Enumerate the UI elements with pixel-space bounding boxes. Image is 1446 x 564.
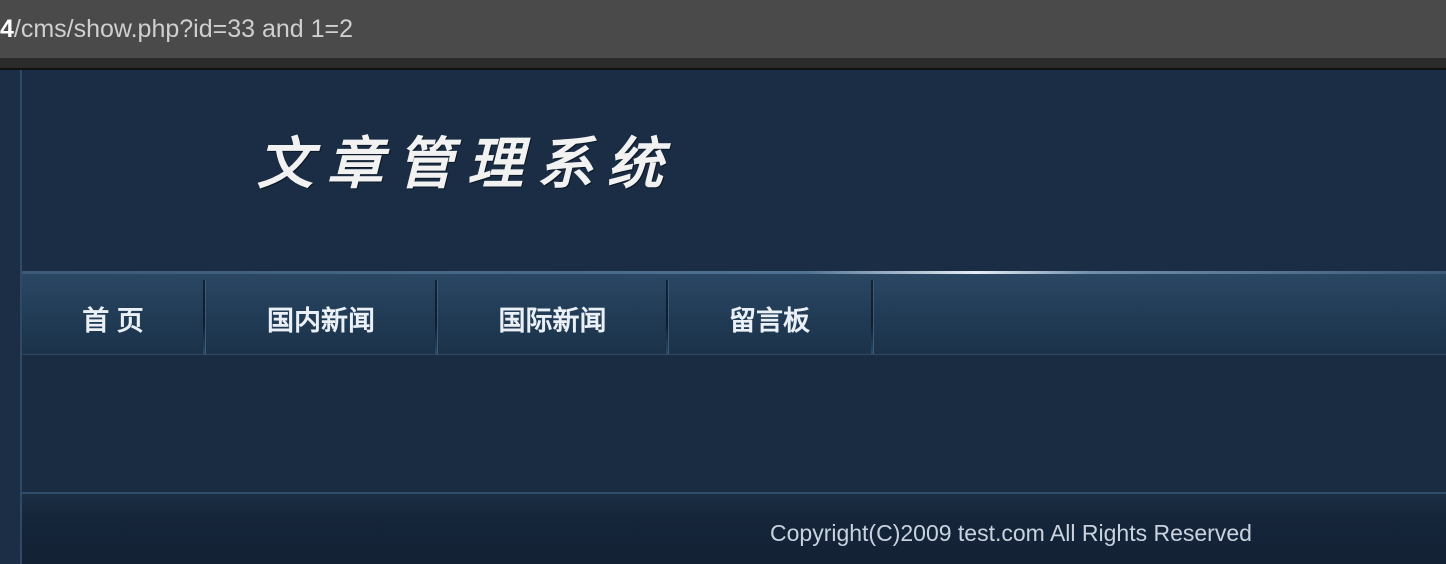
nav-item-domestic-news[interactable]: 国内新闻 bbox=[205, 274, 437, 354]
address-bar[interactable]: 4/cms/show.php?id=33 and 1=2 bbox=[0, 0, 1446, 59]
nav-separator bbox=[871, 280, 873, 354]
main-navigation: 首 页 国内新闻 国际新闻 留言板 bbox=[22, 274, 1446, 355]
site-title: 文章管理系统 bbox=[257, 131, 677, 197]
url-path: /cms/show.php?id=33 and 1=2 bbox=[13, 15, 354, 43]
main-content bbox=[22, 355, 1446, 492]
web-page: 文章管理系统 首 页 国内新闻 国际新闻 留言板 Copyright(C)200… bbox=[22, 70, 1446, 564]
nav-item-home[interactable]: 首 页 bbox=[22, 274, 204, 354]
nav-item-guestbook[interactable]: 留言板 bbox=[668, 274, 871, 354]
nav-item-international-news[interactable]: 国际新闻 bbox=[437, 274, 668, 354]
url-text[interactable]: 4/cms/show.php?id=33 and 1=2 bbox=[0, 14, 353, 44]
site-footer: Copyright(C)2009 test.com All Rights Res… bbox=[22, 494, 1446, 564]
page-left-margin bbox=[0, 70, 22, 564]
site-header: 文章管理系统 bbox=[22, 70, 1446, 272]
url-host-fragment: 4 bbox=[0, 15, 14, 43]
copyright-text: Copyright(C)2009 test.com All Rights Res… bbox=[770, 520, 1252, 546]
